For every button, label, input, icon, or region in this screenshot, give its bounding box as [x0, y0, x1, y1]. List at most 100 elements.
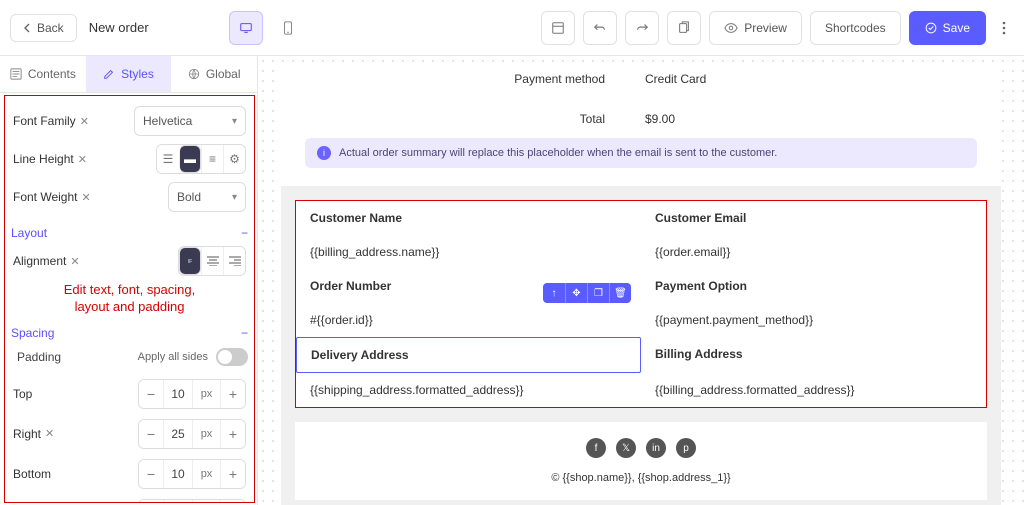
customer-name-label: Customer Name [296, 201, 641, 235]
preview-button[interactable]: Preview [709, 11, 802, 45]
customer-email-value: {{order.email}} [641, 235, 986, 269]
tab-contents[interactable]: Contents [0, 56, 86, 92]
order-number-value: #{{order.id}} [296, 303, 641, 337]
tab-global[interactable]: Global [171, 56, 257, 92]
padding-left-stepper[interactable]: − 25 px + [138, 499, 246, 503]
align-left[interactable] [179, 247, 201, 275]
align-right[interactable] [223, 247, 245, 275]
facebook-icon[interactable]: f [586, 438, 606, 458]
layout-collapse[interactable]: − [241, 226, 248, 240]
tab-global-label: Global [206, 67, 241, 81]
clear-font-weight[interactable]: ✕ [81, 191, 90, 204]
move-up-button[interactable]: ↑ [543, 283, 565, 303]
tab-contents-label: Contents [28, 67, 76, 81]
line-height-normal[interactable]: ▬ [179, 145, 201, 173]
layout-button[interactable] [541, 11, 575, 45]
notice-text: Actual order summary will replace this p… [339, 147, 777, 159]
social-icons: f 𝕏 in p [311, 438, 971, 458]
font-family-select[interactable]: Helvetica ▾ [134, 106, 246, 136]
padding-bottom-dec[interactable]: − [139, 460, 163, 488]
email-footer-block[interactable]: f 𝕏 in p © {{shop.name}}, {{shop.address… [295, 422, 987, 500]
copy-button[interactable] [667, 11, 701, 45]
font-weight-select[interactable]: Bold ▾ [168, 182, 246, 212]
padding-top-inc[interactable]: + [221, 380, 245, 408]
redo-button[interactable] [625, 11, 659, 45]
line-height-label: Line Height [13, 152, 74, 166]
annotation-line1: Edit text, font, spacing, [11, 282, 248, 299]
padding-top-unit: px [193, 380, 221, 408]
drag-button[interactable]: ✥ [565, 283, 587, 303]
total-label: Total [305, 112, 645, 126]
font-family-label: Font Family [13, 114, 76, 128]
spacing-section-label: Spacing [11, 326, 54, 340]
linkedin-icon[interactable]: in [646, 438, 666, 458]
clear-padding-right[interactable]: ✕ [45, 427, 54, 440]
padding-right-unit: px [193, 420, 221, 448]
shortcodes-button[interactable]: Shortcodes [810, 11, 901, 45]
padding-top-dec[interactable]: − [139, 380, 163, 408]
line-height-tight[interactable]: ☰ [157, 145, 179, 173]
padding-label: Padding [17, 350, 61, 364]
padding-bottom-label: Bottom [13, 467, 51, 481]
chevron-down-icon: ▾ [232, 192, 237, 203]
alignment-label: Alignment [13, 254, 66, 268]
sidebar-tabs: Contents Styles Global [0, 56, 257, 93]
desktop-view-button[interactable] [229, 11, 263, 45]
mobile-view-button[interactable] [271, 11, 305, 45]
line-height-loose[interactable]: ≡ [201, 145, 223, 173]
save-label: Save [943, 21, 970, 35]
clear-line-height[interactable]: ✕ [78, 153, 87, 166]
line-height-custom[interactable]: ⚙ [223, 145, 245, 173]
styles-panel: Font Family ✕ Helvetica ▾ Line Height ✕ [4, 95, 255, 503]
placeholder-notice: i Actual order summary will replace this… [305, 138, 977, 168]
padding-right-stepper[interactable]: − 25 px + [138, 419, 246, 449]
annotation-line2: layout and padding [11, 299, 248, 316]
padding-left-dec[interactable]: − [139, 500, 163, 503]
font-weight-label: Font Weight [13, 190, 77, 204]
clear-font-family[interactable]: ✕ [80, 115, 89, 128]
undo-button[interactable] [583, 11, 617, 45]
save-button[interactable]: Save [909, 11, 986, 45]
clear-alignment[interactable]: ✕ [70, 255, 79, 268]
delete-button[interactable]: 🗑 [609, 283, 631, 303]
customer-info-block[interactable]: Customer Name Customer Email {{billing_a… [295, 200, 987, 408]
align-center[interactable] [201, 247, 223, 275]
payment-method-label: Payment method [305, 72, 645, 86]
padding-top-value: 10 [163, 380, 193, 408]
padding-right-dec[interactable]: − [139, 420, 163, 448]
x-icon[interactable]: 𝕏 [616, 438, 636, 458]
apply-all-sides-label: Apply all sides [138, 351, 208, 363]
tab-styles[interactable]: Styles [86, 56, 172, 92]
payment-option-value: {{payment.payment_method}} [641, 303, 986, 337]
preview-canvas[interactable]: Payment method Credit Card Total $9.00 i… [258, 56, 1024, 505]
annotation-text: Edit text, font, spacing, layout and pad… [11, 282, 248, 316]
alignment-segment [178, 246, 246, 276]
padding-bottom-stepper[interactable]: − 10 px + [138, 459, 246, 489]
padding-top-stepper[interactable]: − 10 px + [138, 379, 246, 409]
spacing-collapse[interactable]: − [241, 326, 248, 340]
total-value: $9.00 [645, 112, 977, 126]
padding-left-inc[interactable]: + [221, 500, 245, 503]
delivery-address-label[interactable]: Delivery Address [296, 337, 641, 373]
info-icon: i [317, 146, 331, 160]
pinterest-icon[interactable]: p [676, 438, 696, 458]
payment-method-value: Credit Card [645, 72, 977, 86]
order-summary-block[interactable]: Payment method Credit Card Total $9.00 i… [281, 66, 1001, 186]
apply-all-sides-toggle[interactable] [216, 348, 248, 366]
padding-bottom-value: 10 [163, 460, 193, 488]
payment-option-label: Payment Option [641, 269, 986, 303]
font-weight-value: Bold [177, 190, 201, 204]
more-menu[interactable] [994, 21, 1014, 35]
padding-top-label: Top [13, 387, 32, 401]
padding-bottom-inc[interactable]: + [221, 460, 245, 488]
padding-right-inc[interactable]: + [221, 420, 245, 448]
billing-address-label: Billing Address [641, 337, 986, 373]
padding-bottom-unit: px [193, 460, 221, 488]
layout-section-label: Layout [11, 226, 47, 240]
back-button[interactable]: Back [10, 14, 77, 42]
duplicate-button[interactable]: ❐ [587, 283, 609, 303]
preview-label: Preview [744, 21, 787, 35]
element-toolbar: ↑ ✥ ❐ 🗑 [543, 283, 631, 303]
app-header: Back New order Preview Shortcodes [0, 0, 1024, 56]
chevron-down-icon: ▾ [232, 116, 237, 127]
